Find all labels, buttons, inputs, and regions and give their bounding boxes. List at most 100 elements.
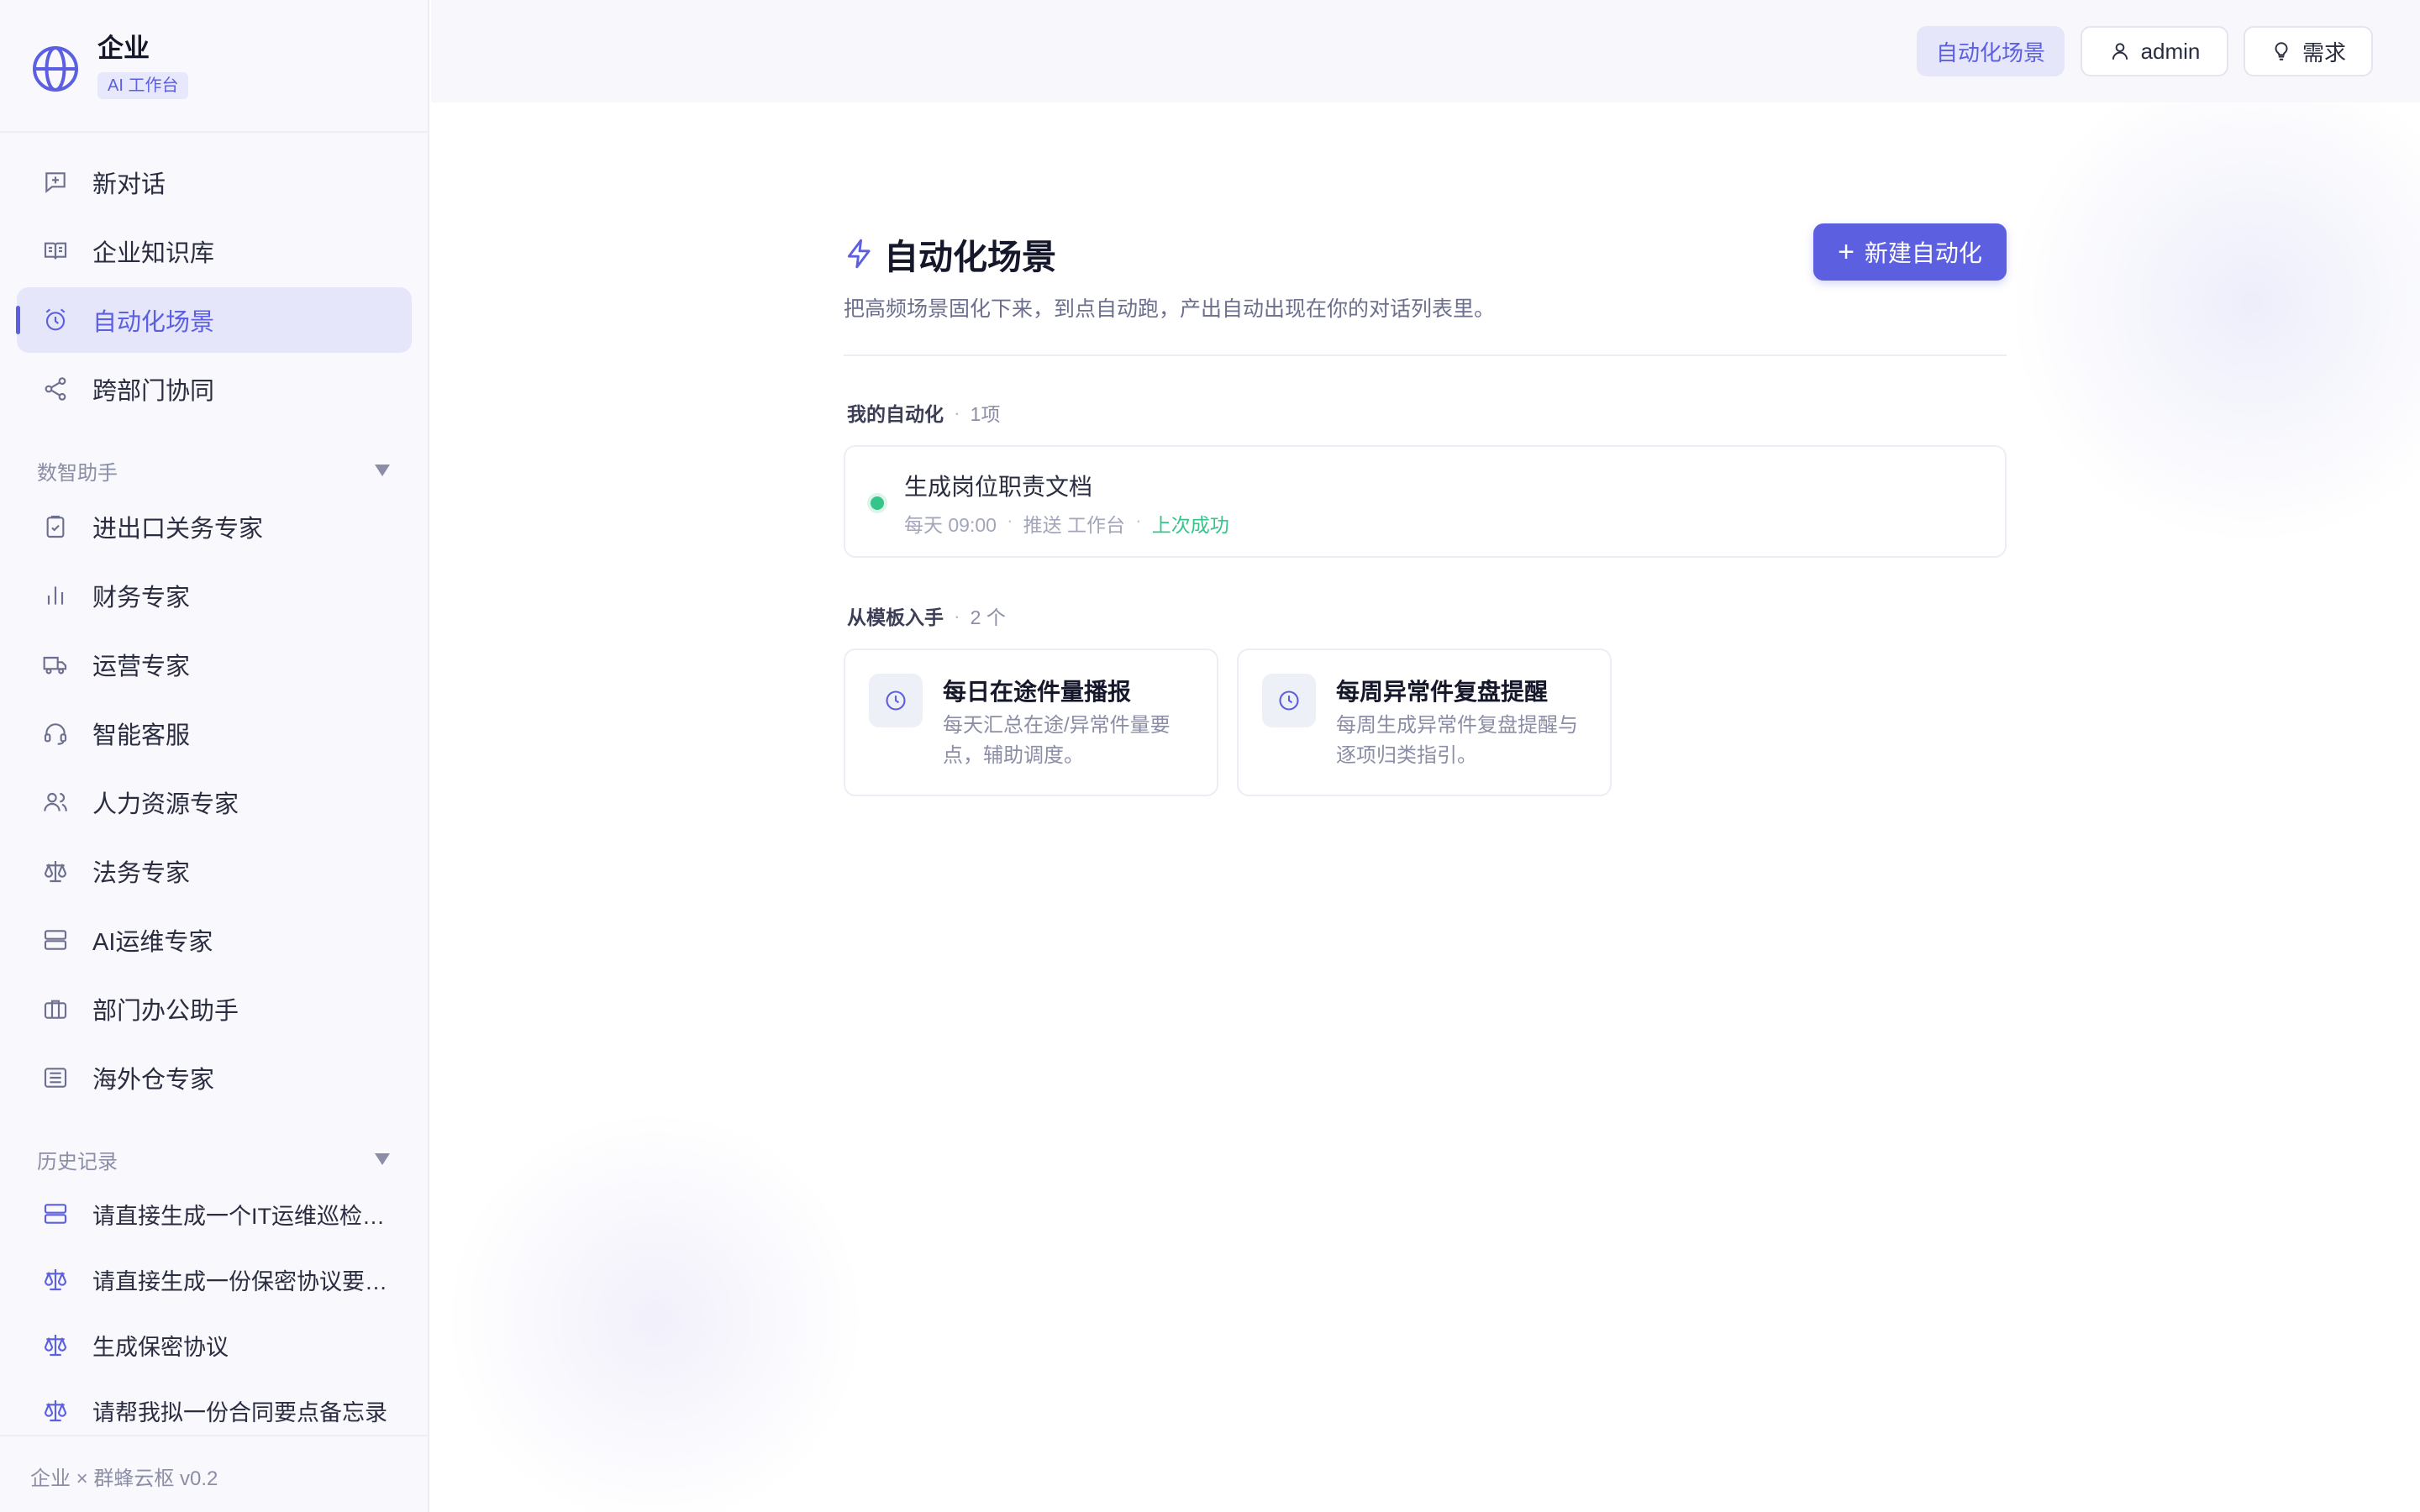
history-item-label: 请直接生成一份保密协议要点清单 bbox=[92, 1268, 403, 1294]
template-title: 每周异常件复盘提醒 bbox=[1336, 679, 1549, 705]
page-description: 把高频场景固化下来，到点自动跑，产出自动出现在你的对话列表里。 bbox=[844, 297, 1496, 321]
clock-icon bbox=[869, 674, 923, 727]
alarm-clock-icon bbox=[42, 307, 69, 333]
section-title: 历史记录 bbox=[37, 1150, 118, 1173]
template-list: 每日在途件量播报 每天汇总在途/异常件量要点，辅助调度。 每周异常件复盘提醒 每… bbox=[844, 648, 2007, 796]
separator-dot: · bbox=[954, 604, 960, 627]
automation-card[interactable]: 生成岗位职责文档 每天 09:00 · 推送 工作台 · 上次成功 bbox=[844, 445, 2007, 558]
background-decoration bbox=[2000, 67, 2420, 538]
briefcase-icon bbox=[42, 995, 69, 1022]
request-label: 需求 bbox=[2302, 39, 2346, 66]
nav-item-label: 企业知识库 bbox=[92, 240, 215, 267]
assistant-label: 财务专家 bbox=[92, 585, 191, 612]
new-automation-label: 新建自动化 bbox=[1864, 240, 1982, 266]
lightning-icon bbox=[844, 236, 876, 271]
lightbulb-icon bbox=[2270, 40, 2292, 62]
separator-dot: · bbox=[954, 401, 960, 423]
assistant-label: 海外仓专家 bbox=[92, 1067, 215, 1094]
automation-meta: 每天 09:00 · 推送 工作台 · 上次成功 bbox=[904, 509, 1229, 538]
users-icon bbox=[42, 789, 69, 816]
new-automation-button[interactable]: + 新建自动化 bbox=[1813, 223, 2007, 281]
template-card[interactable]: 每周异常件复盘提醒 每周生成异常件复盘提醒与逐项归类指引。 bbox=[1237, 648, 1612, 796]
separator-dot: · bbox=[1006, 509, 1013, 531]
caret-down-icon bbox=[375, 465, 390, 476]
automation-last-status: 上次成功 bbox=[1151, 514, 1229, 536]
templates-header: 从模板入手 · 2 个 bbox=[847, 601, 2007, 630]
assistant-label: 进出口关务专家 bbox=[92, 516, 264, 543]
automation-scene-button[interactable]: 自动化场景 bbox=[1917, 26, 2065, 76]
group-title: 从模板入手 bbox=[847, 606, 944, 628]
nav-item-label: 自动化场景 bbox=[92, 309, 215, 336]
history-list: 请直接生成一个IT运维巡检清单 请直接生成一份保密协议要点清单 生成保密协议 请… bbox=[17, 1183, 412, 1445]
automation-push-target: 推送 工作台 bbox=[1023, 514, 1126, 536]
assistant-label: AI运维专家 bbox=[92, 929, 213, 956]
group-title: 我的自动化 bbox=[847, 403, 944, 425]
caret-down-icon bbox=[375, 1153, 390, 1165]
background-decoration bbox=[437, 1117, 874, 1512]
clock-icon bbox=[1262, 674, 1316, 727]
nav-item-new-chat[interactable]: 新对话 bbox=[17, 150, 412, 215]
assistant-item-warehouse[interactable]: 海外仓专家 bbox=[17, 1045, 412, 1110]
chat-plus-icon bbox=[42, 169, 69, 196]
history-item[interactable]: 请直接生成一个IT运维巡检清单 bbox=[17, 1183, 412, 1245]
assistant-label: 运营专家 bbox=[92, 654, 191, 680]
page-header: 自动化场景 + 新建自动化 bbox=[844, 223, 2007, 282]
assistant-label: 法务专家 bbox=[92, 860, 191, 887]
assistant-item-operations[interactable]: 运营专家 bbox=[17, 632, 412, 697]
divider bbox=[844, 354, 2007, 356]
bar-chart-icon bbox=[42, 582, 69, 609]
scale-icon bbox=[42, 1331, 69, 1358]
nav-item-label: 跨部门协同 bbox=[92, 378, 215, 405]
assistant-item-ai-ops[interactable]: AI运维专家 bbox=[17, 907, 412, 973]
template-description: 每周生成异常件复盘提醒与逐项归类指引。 bbox=[1336, 714, 1578, 767]
history-item[interactable]: 请帮我拟一份合同要点备忘录 bbox=[17, 1379, 412, 1441]
brand-badge: AI 工作台 bbox=[97, 72, 189, 99]
main-content: 自动化场景 + 新建自动化 把高频场景固化下来，到点自动跑，产出自动出现在你的对… bbox=[844, 223, 2007, 796]
scale-icon bbox=[42, 858, 69, 885]
user-menu-button[interactable]: admin bbox=[2081, 26, 2228, 76]
share-icon bbox=[42, 375, 69, 402]
user-icon bbox=[2109, 40, 2131, 62]
assistant-item-hr[interactable]: 人力资源专家 bbox=[17, 769, 412, 835]
nav-item-knowledge-base[interactable]: 企业知识库 bbox=[17, 218, 412, 284]
section-title: 数智助手 bbox=[37, 461, 118, 485]
history-item[interactable]: 生成保密协议 bbox=[17, 1314, 412, 1376]
assistant-item-office[interactable]: 部门办公助手 bbox=[17, 976, 412, 1042]
history-section-toggle[interactable]: 历史记录 bbox=[37, 1142, 390, 1176]
scale-icon bbox=[42, 1266, 69, 1293]
truck-icon bbox=[42, 651, 69, 678]
assistant-label: 部门办公助手 bbox=[92, 998, 239, 1025]
nav-item-label: 新对话 bbox=[92, 171, 166, 198]
warehouse-icon bbox=[42, 1064, 69, 1091]
request-button[interactable]: 需求 bbox=[2244, 26, 2373, 76]
nav-item-automation[interactable]: 自动化场景 bbox=[16, 287, 412, 353]
sidebar: 企业 AI 工作台 新对话 企业知识库 自动化场景 跨部门协同 数智助手 进出口… bbox=[0, 0, 429, 1512]
clipboard-check-icon bbox=[42, 513, 69, 540]
assistants-section-toggle[interactable]: 数智助手 bbox=[37, 454, 390, 487]
server-icon bbox=[42, 1200, 69, 1227]
book-icon bbox=[42, 238, 69, 265]
main-nav: 新对话 企业知识库 自动化场景 跨部门协同 bbox=[16, 150, 412, 425]
nav-item-collaboration[interactable]: 跨部门协同 bbox=[17, 356, 412, 422]
assistant-item-customs[interactable]: 进出口关务专家 bbox=[17, 494, 412, 559]
server-icon bbox=[42, 927, 69, 953]
status-indicator bbox=[871, 496, 884, 510]
divider bbox=[0, 1435, 429, 1436]
history-item-label: 请帮我拟一份合同要点备忘录 bbox=[92, 1399, 387, 1425]
scale-icon bbox=[42, 1397, 69, 1424]
assistant-label: 人力资源专家 bbox=[92, 791, 239, 818]
history-item-label: 生成保密协议 bbox=[92, 1334, 229, 1360]
user-name: admin bbox=[2140, 38, 2201, 64]
automation-scene-label: 自动化场景 bbox=[1935, 39, 2045, 66]
plus-icon: + bbox=[1838, 236, 1854, 268]
assistant-item-finance[interactable]: 财务专家 bbox=[17, 563, 412, 628]
assistant-item-legal[interactable]: 法务专家 bbox=[17, 838, 412, 904]
brand-name: 企业 bbox=[97, 34, 150, 63]
top-bar: 自动化场景 admin 需求 bbox=[431, 0, 2420, 102]
template-card[interactable]: 每日在途件量播报 每天汇总在途/异常件量要点，辅助调度。 bbox=[844, 648, 1218, 796]
template-title: 每日在途件量播报 bbox=[943, 679, 1132, 705]
my-automations-header: 我的自动化 · 1项 bbox=[847, 398, 2007, 427]
history-item-label: 请直接生成一个IT运维巡检清单 bbox=[92, 1203, 403, 1229]
assistant-item-customer-service[interactable]: 智能客服 bbox=[17, 701, 412, 766]
history-item[interactable]: 请直接生成一份保密协议要点清单 bbox=[17, 1248, 412, 1310]
